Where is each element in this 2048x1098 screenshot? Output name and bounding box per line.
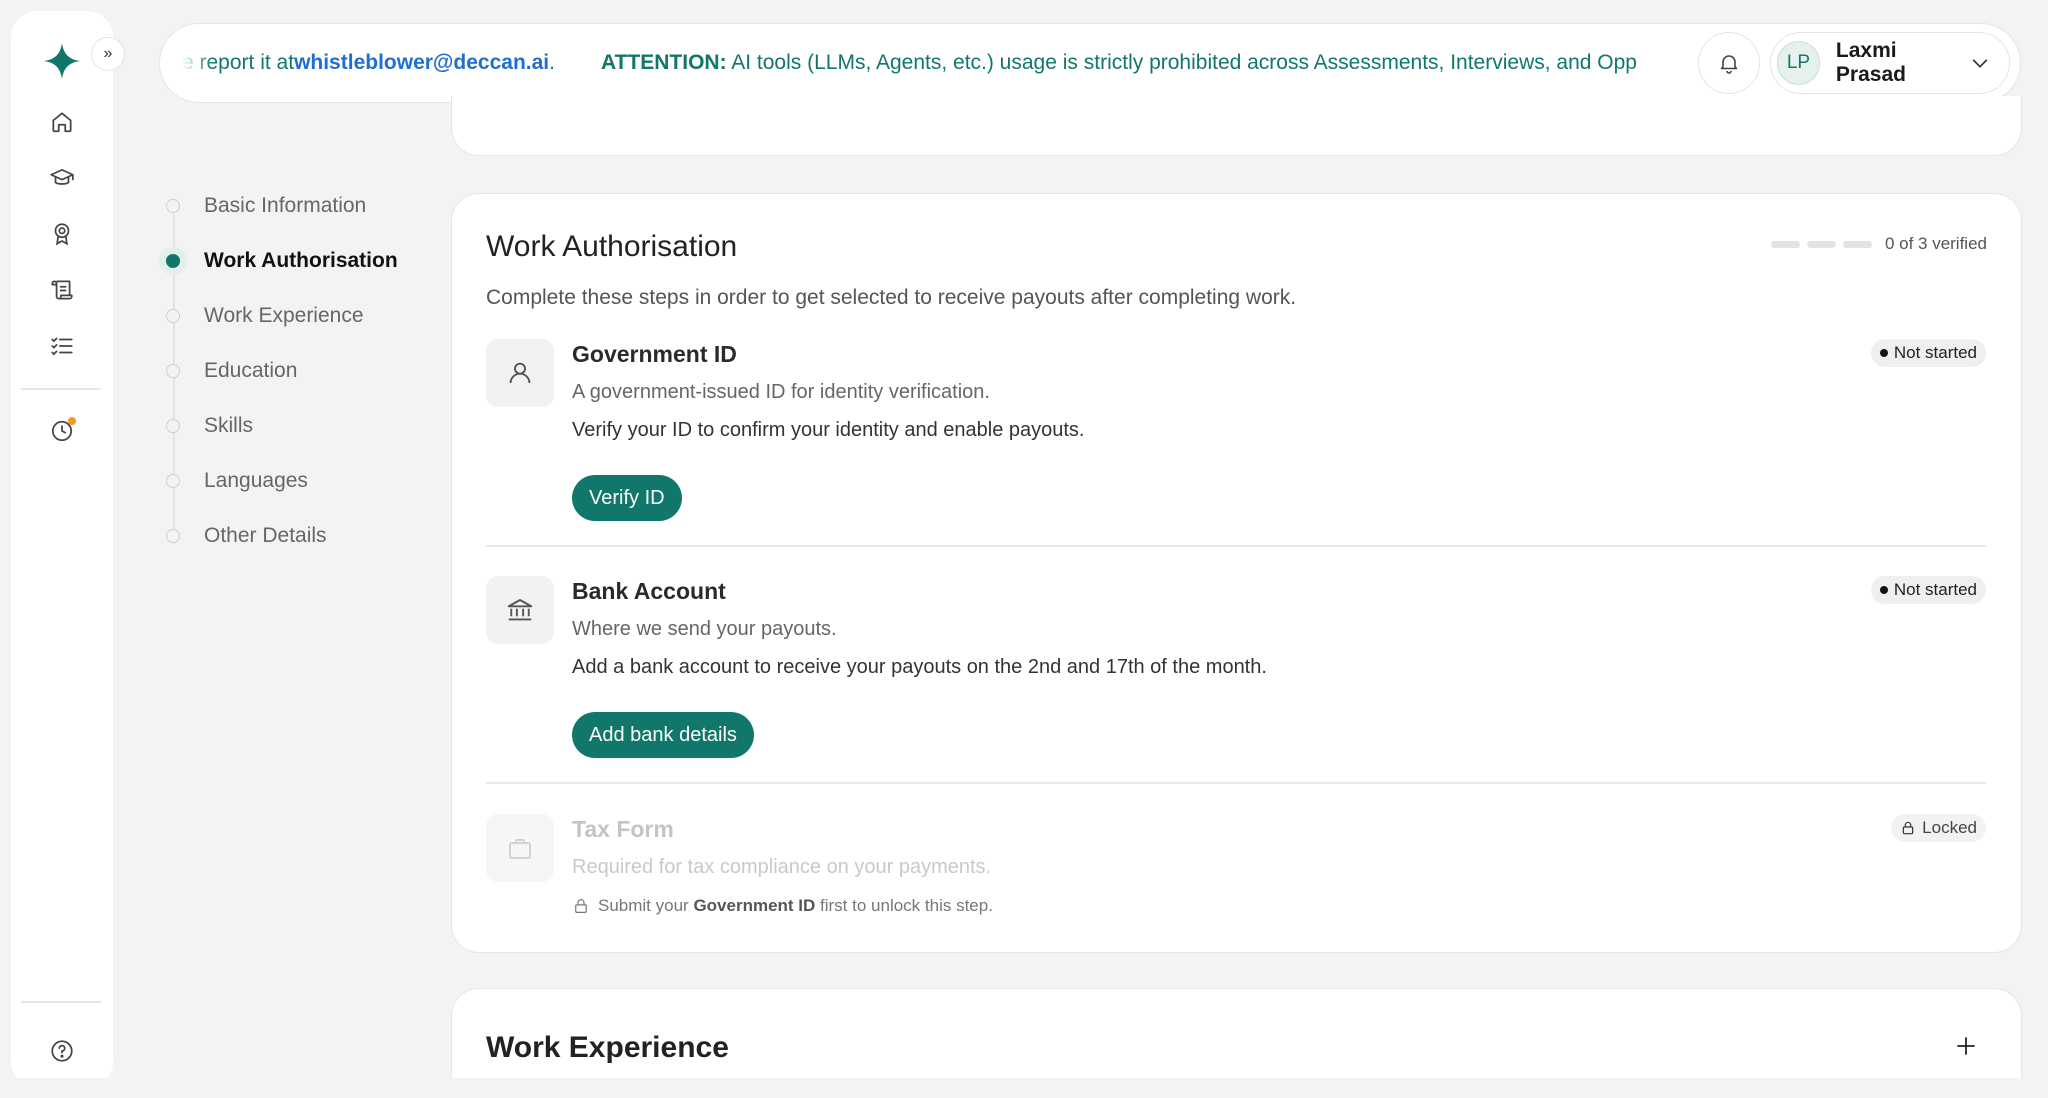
step-dot-active bbox=[159, 247, 187, 275]
bank-icon bbox=[486, 576, 554, 644]
lock-note-bold: Government ID bbox=[693, 896, 816, 915]
section-title: Work Experience bbox=[486, 1031, 729, 1064]
chevron-double-right-icon: » bbox=[103, 45, 113, 62]
notifications-button[interactable] bbox=[1698, 32, 1760, 94]
item-description: A government-issued ID for identity veri… bbox=[572, 381, 990, 403]
item-title: Tax Form bbox=[572, 816, 674, 842]
verification-progress: 0 of 3 verified bbox=[1770, 234, 1987, 254]
step-dot bbox=[166, 364, 180, 378]
sparkle-logo-icon[interactable] bbox=[42, 41, 82, 81]
bell-icon bbox=[1720, 55, 1738, 74]
step-basic-information[interactable]: Basic Information bbox=[160, 186, 460, 226]
bank-account-item: Bank Account Where we send your payouts.… bbox=[486, 576, 1986, 766]
verify-id-button[interactable]: Verify ID bbox=[572, 475, 682, 521]
verified-count: 0 of 3 verified bbox=[1884, 234, 1987, 253]
step-label: Work Experience bbox=[204, 304, 364, 327]
step-education[interactable]: Education bbox=[160, 351, 460, 391]
left-rail bbox=[11, 11, 113, 1088]
step-dot bbox=[166, 419, 180, 433]
award-icon[interactable] bbox=[47, 219, 77, 249]
user-name: Laxmi Prasad bbox=[1835, 39, 1906, 86]
item-note: Add a bank account to receive your payou… bbox=[572, 656, 1267, 678]
tax-form-item: Tax Form Required for tax compliance on … bbox=[486, 814, 1986, 924]
unlock-requirement-note: Submit your Government ID first to unloc… bbox=[572, 896, 993, 916]
home-icon[interactable] bbox=[47, 107, 77, 137]
status-text: Not started bbox=[1893, 580, 1977, 599]
work-authorisation-card: Work Authorisation 0 of 3 verified Compl… bbox=[451, 193, 2022, 953]
ticker-prefix: e report it at bbox=[182, 50, 295, 74]
rail-divider-bottom bbox=[21, 1001, 101, 1003]
step-label: Education bbox=[204, 359, 298, 382]
step-languages[interactable]: Languages bbox=[160, 461, 460, 501]
whistleblower-email-link[interactable]: whistleblower@deccan.ai bbox=[294, 51, 549, 75]
ticker-suffix: . bbox=[549, 50, 555, 74]
progress-segment bbox=[1806, 240, 1836, 248]
step-dot bbox=[166, 309, 180, 323]
step-label: Work Authorisation bbox=[204, 249, 398, 272]
item-description: Where we send your payouts. bbox=[572, 618, 837, 640]
plus-icon bbox=[1957, 1037, 1975, 1055]
item-divider bbox=[486, 545, 1986, 547]
graduation-cap-icon[interactable] bbox=[47, 163, 77, 193]
notification-dot bbox=[68, 417, 76, 425]
step-other-details[interactable]: Other Details bbox=[160, 516, 460, 556]
item-title: Bank Account bbox=[572, 578, 726, 604]
status-text: Not started bbox=[1893, 343, 1977, 362]
step-work-authorisation[interactable]: Work Authorisation bbox=[159, 241, 460, 281]
government-id-item: Government ID A government-issued ID for… bbox=[486, 339, 1986, 529]
announcement-ticker: e report it at whistleblower@deccan.ai .… bbox=[182, 24, 1842, 101]
attention-label: ATTENTION: bbox=[600, 50, 727, 74]
status-dot bbox=[1879, 349, 1888, 357]
step-label: Other Details bbox=[204, 524, 327, 547]
help-icon[interactable] bbox=[47, 1036, 77, 1066]
step-label: Languages bbox=[204, 469, 308, 492]
progress-segment bbox=[1770, 240, 1800, 248]
section-subtitle: Complete these steps in order to get sel… bbox=[486, 286, 1297, 309]
status-dot bbox=[1879, 586, 1888, 594]
rail-divider bbox=[21, 388, 101, 390]
lock-icon bbox=[575, 899, 587, 913]
lock-note-prefix: Submit your bbox=[598, 896, 694, 915]
add-bank-details-button[interactable]: Add bank details bbox=[572, 712, 754, 758]
history-icon[interactable] bbox=[47, 416, 77, 446]
progress-segment bbox=[1842, 240, 1872, 248]
user-menu-button[interactable]: LP Laxmi Prasad bbox=[1770, 32, 2010, 94]
briefcase-icon bbox=[486, 814, 554, 882]
chevron-down-icon bbox=[1969, 52, 1991, 74]
step-dot bbox=[166, 529, 180, 543]
item-description: Required for tax compliance on your paym… bbox=[572, 856, 992, 878]
avatar: LP bbox=[1777, 41, 1820, 85]
previous-card-bottom bbox=[451, 96, 2022, 156]
attention-text: AI tools (LLMs, Agents, etc.) usage is s… bbox=[726, 50, 1637, 74]
add-work-experience-button[interactable] bbox=[1951, 1031, 1981, 1061]
checklist-icon[interactable] bbox=[47, 331, 77, 361]
lock-note-suffix: first to unlock this step. bbox=[815, 896, 993, 915]
step-skills[interactable]: Skills bbox=[160, 406, 460, 446]
status-text: Locked bbox=[1922, 818, 1977, 837]
lock-icon bbox=[1902, 821, 1914, 835]
status-badge: Not started bbox=[1870, 339, 1986, 367]
step-dot bbox=[166, 474, 180, 488]
step-dot bbox=[166, 199, 180, 213]
user-icon bbox=[486, 339, 554, 407]
expand-sidebar-button[interactable]: » bbox=[91, 37, 125, 71]
step-label: Basic Information bbox=[204, 194, 367, 217]
page-bottom-edge bbox=[0, 1078, 2048, 1098]
item-title: Government ID bbox=[572, 341, 737, 367]
status-badge: Not started bbox=[1870, 576, 1986, 604]
step-label: Skills bbox=[204, 414, 254, 437]
item-note: Verify your ID to confirm your identity … bbox=[572, 419, 1085, 441]
section-title: Work Authorisation bbox=[486, 230, 738, 263]
status-badge: Locked bbox=[1891, 814, 1986, 842]
step-work-experience[interactable]: Work Experience bbox=[160, 296, 460, 336]
top-bar: e report it at whistleblower@deccan.ai .… bbox=[159, 23, 2021, 103]
scroll-icon[interactable] bbox=[47, 275, 77, 305]
item-divider bbox=[486, 782, 1986, 784]
